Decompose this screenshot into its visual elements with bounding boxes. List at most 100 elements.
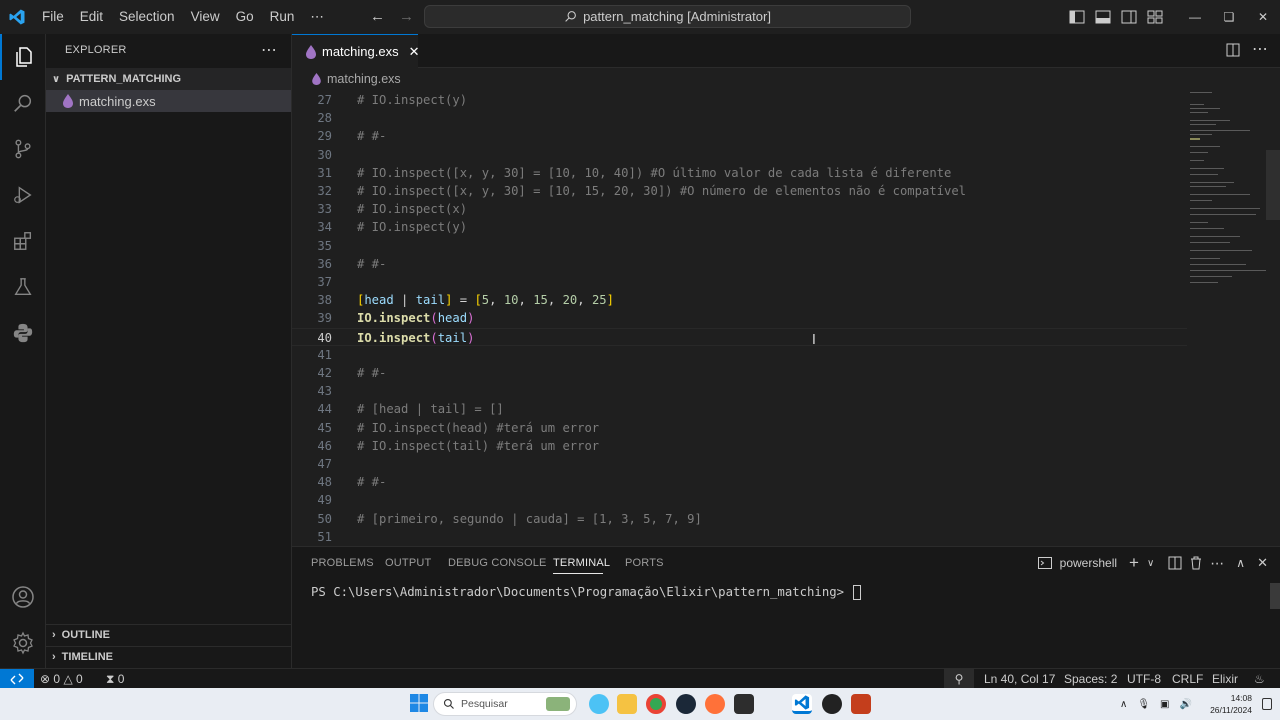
code-editor[interactable]: 27 # IO.inspect(y) 28 29 # #- 30 31 # IO.inspec… — [292, 90, 1280, 546]
kill-terminal-trash-icon[interactable] — [1190, 556, 1202, 570]
vscode-taskbar-icon[interactable] — [792, 694, 812, 714]
timeline-section[interactable]: › TIMELINE — [46, 646, 291, 667]
ports-status[interactable]: ⧗ 0 — [106, 669, 124, 689]
restore-icon[interactable]: ❏ — [1212, 0, 1246, 34]
code-line[interactable]: 28 — [292, 109, 1187, 127]
cursor-position[interactable]: Ln 40, Col 17 — [984, 669, 1055, 689]
chevron-up-icon[interactable]: ∧ — [1120, 699, 1127, 710]
tab-output[interactable]: OUTPUT — [385, 557, 431, 569]
python-icon[interactable] — [0, 310, 46, 356]
run-debug-icon[interactable] — [0, 172, 46, 218]
tab-debug-console[interactable]: DEBUG CONSOLE — [448, 557, 547, 569]
code-line[interactable]: 50 # [primeiro, segundo | cauda] = [1, 3,… — [292, 510, 1187, 528]
firefox-icon[interactable] — [705, 694, 725, 714]
outline-section[interactable]: › OUTLINE — [46, 624, 291, 645]
chevron-down-icon[interactable]: ∨ — [1147, 558, 1154, 569]
code-line[interactable]: 38 [head | tail] = [5, 10, 15, 20, 25] — [292, 291, 1187, 309]
code-line[interactable]: 51 — [292, 528, 1187, 546]
volume-icon[interactable]: 🔊 — [1179, 699, 1191, 710]
toggle-secondary-sidebar-icon[interactable] — [1116, 0, 1142, 34]
code-line[interactable]: 42 # #- — [292, 364, 1187, 382]
split-editor-icon[interactable] — [1226, 43, 1240, 57]
split-terminal-icon[interactable] — [1168, 556, 1182, 570]
source-control-icon[interactable] — [0, 126, 46, 172]
chrome-icon[interactable] — [646, 694, 666, 714]
testing-flask-icon[interactable] — [0, 264, 46, 310]
network-icon[interactable]: ▣ — [1160, 699, 1169, 710]
code-line[interactable]: 49 — [292, 491, 1187, 509]
code-line[interactable]: 43 — [292, 382, 1187, 400]
steam-icon[interactable] — [676, 694, 696, 714]
close-panel-icon[interactable]: ✕ — [1257, 555, 1268, 571]
customize-layout-icon[interactable] — [1142, 0, 1168, 34]
notifications-bell-icon[interactable]: ♨ — [1254, 669, 1265, 689]
terminal-output[interactable]: PS C:\Users\Administrador\Documents\Prog… — [311, 585, 862, 600]
file-explorer-icon[interactable] — [617, 694, 637, 714]
explorer-icon[interactable] — [0, 34, 46, 80]
terminal-app-icon[interactable] — [734, 694, 754, 714]
toggle-panel-icon[interactable] — [1090, 0, 1116, 34]
minimize-icon[interactable]: — — [1178, 0, 1212, 34]
menu-go[interactable]: Go — [228, 0, 262, 34]
code-line[interactable]: 31 # IO.inspect([x, y, 30] = [10, 10, 40]… — [292, 164, 1187, 182]
new-terminal-plus-icon[interactable]: + — [1129, 553, 1139, 573]
code-line[interactable]: 40 IO.inspect(tail) — [292, 327, 1187, 346]
code-line[interactable]: 44 # [head | tail] = [] — [292, 400, 1187, 418]
notification-icon[interactable] — [1262, 698, 1272, 710]
copilot-icon[interactable] — [589, 694, 609, 714]
breadcrumb-file[interactable]: matching.exs — [327, 72, 401, 86]
code-line[interactable]: 29 # #- — [292, 127, 1187, 145]
taskbar-clock[interactable]: 14:08 26/11/2024 — [1210, 692, 1252, 716]
close-tab-icon[interactable]: ✕ — [409, 44, 420, 60]
code-line[interactable]: 47 — [292, 455, 1187, 473]
menu-view[interactable]: View — [183, 0, 228, 34]
tab-matching-exs[interactable]: matching.exs ✕ — [292, 34, 420, 68]
microphone-icon[interactable]: 🎙 — [1137, 699, 1150, 710]
code-line[interactable]: 45 # IO.inspect(head) #terá um error — [292, 419, 1187, 437]
code-line[interactable]: 33 # IO.inspect(x) — [292, 200, 1187, 218]
explorer-more-actions-icon[interactable]: ⋯ — [261, 40, 277, 60]
language-mode[interactable]: Elixir — [1212, 669, 1238, 689]
command-center-search[interactable]: pattern_matching [Administrator] — [424, 5, 911, 28]
remote-window-icon[interactable] — [0, 669, 34, 689]
code-line[interactable]: 39 IO.inspect(head) — [292, 309, 1187, 327]
back-arrow-icon[interactable]: ← — [370, 8, 385, 25]
tab-terminal[interactable]: TERMINAL — [553, 557, 610, 569]
code-line[interactable]: 46 # IO.inspect(tail) #terá um error — [292, 437, 1187, 455]
shell-name[interactable]: powershell — [1060, 556, 1117, 570]
code-line[interactable]: 30 — [292, 146, 1187, 164]
zoom-icon[interactable]: ⚲ — [944, 669, 974, 689]
code-line[interactable]: 32 # IO.inspect([x, y, 30] = [10, 15, 20,… — [292, 182, 1187, 200]
menu-selection[interactable]: Selection — [111, 0, 183, 34]
obs-icon[interactable] — [822, 694, 842, 714]
panel-scrollbar[interactable] — [1270, 583, 1280, 609]
tab-problems[interactable]: PROBLEMS — [311, 557, 374, 569]
end-of-line[interactable]: CRLF — [1172, 669, 1203, 689]
accounts-icon[interactable] — [0, 574, 46, 620]
code-line[interactable]: 34 # IO.inspect(y) — [292, 218, 1187, 236]
file-matching-exs[interactable]: matching.exs — [46, 90, 291, 112]
toggle-primary-sidebar-icon[interactable] — [1064, 0, 1090, 34]
search-icon[interactable] — [0, 80, 46, 126]
editor-scrollbar[interactable] — [1266, 150, 1280, 220]
code-line[interactable]: 48 # #- — [292, 473, 1187, 491]
minimap[interactable] — [1190, 90, 1270, 290]
code-line[interactable]: 27 # IO.inspect(y) — [292, 91, 1187, 109]
encoding[interactable]: UTF-8 — [1127, 669, 1161, 689]
maximize-panel-icon[interactable]: ∧ — [1236, 556, 1245, 570]
menu-edit[interactable]: Edit — [72, 0, 111, 34]
settings-gear-icon[interactable] — [0, 620, 46, 666]
code-line[interactable]: 41 — [292, 346, 1187, 364]
powerpoint-icon[interactable] — [851, 694, 871, 714]
menu-file[interactable]: File — [34, 0, 72, 34]
code-line[interactable]: 36 # #- — [292, 255, 1187, 273]
menu-run[interactable]: Run — [262, 0, 303, 34]
tab-ports[interactable]: PORTS — [625, 557, 664, 569]
taskbar-search[interactable]: Pesquisar — [433, 692, 577, 716]
code-line[interactable]: 35 — [292, 237, 1187, 255]
editor-more-actions-icon[interactable]: ⋯ — [1252, 39, 1268, 59]
windows-start-icon[interactable] — [410, 694, 430, 714]
code-line[interactable]: 37 — [292, 273, 1187, 291]
indentation[interactable]: Spaces: 2 — [1064, 669, 1117, 689]
menu-more[interactable]: ⋯ — [302, 0, 332, 34]
